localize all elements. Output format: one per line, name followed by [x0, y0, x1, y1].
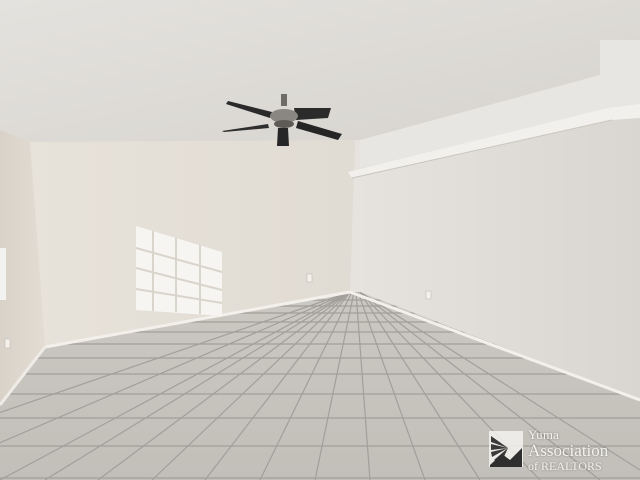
mountain-sun-logo-icon [489, 431, 523, 467]
outlet [306, 273, 313, 283]
outlet [4, 338, 11, 349]
outlet [425, 290, 432, 300]
room-illustration [0, 0, 640, 480]
watermark: Yuma Association of REALTORS [488, 426, 638, 476]
window-edge [0, 248, 6, 300]
watermark-line2: Association [528, 441, 609, 460]
watermark-line1: Yuma [528, 427, 560, 442]
room-photo: Yuma Association of REALTORS [0, 0, 640, 480]
watermark-line3: of REALTORS [528, 459, 602, 473]
